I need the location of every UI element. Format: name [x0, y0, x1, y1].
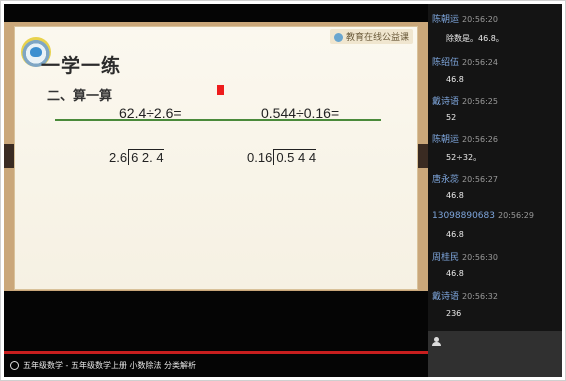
- chat-panel: 陈朝运 20:56:20 除数是。46.8。 陈绍伍 20:56:24 46.8 戴…: [428, 4, 562, 331]
- chat-text: 46.8: [446, 75, 464, 84]
- chat-text: 46.8: [446, 230, 464, 239]
- chat-user: 陈朝运: [432, 15, 460, 25]
- long-division-1: 2.6 6 2. 4: [109, 149, 164, 165]
- dividend: 0.5 4 4: [273, 149, 317, 165]
- brand-icon: [333, 33, 343, 42]
- long-division-2: 0.16 0.5 4 4: [247, 149, 317, 165]
- chat-time: 20:56:29: [498, 211, 534, 220]
- chat-user: 周桂民: [432, 253, 460, 263]
- chat-time: 20:56:32: [462, 292, 498, 301]
- slide-subheading: 二、算一算: [47, 89, 113, 104]
- chat-text: 52÷32。: [446, 153, 482, 162]
- chat-time: 20:56:27: [462, 175, 498, 184]
- play-icon[interactable]: [10, 361, 19, 370]
- chat-input-area[interactable]: [428, 331, 562, 377]
- course-title: 五年级数学 - 五年级数学上册 小数除法 分类解析: [23, 361, 197, 370]
- course-caption: 五年级数学 - 五年级数学上册 小数除法 分类解析: [4, 354, 428, 377]
- chat-user: 陈朝运: [432, 135, 460, 145]
- chat-text: 除数是。46.8。: [446, 34, 504, 43]
- chat-text: 236: [446, 309, 462, 318]
- chat-time: 20:56:25: [462, 97, 498, 106]
- chat-time: 20:56:26: [462, 135, 498, 144]
- divider-line: [55, 119, 381, 121]
- dividend: 6 2. 4: [128, 149, 164, 165]
- chat-user: 唐永蕊: [432, 175, 460, 185]
- divisor: 0.16: [247, 150, 273, 165]
- chat-user: 戴诗语: [432, 97, 460, 107]
- pointer-marker: [217, 85, 224, 95]
- chat-text: 46.8: [446, 269, 464, 278]
- chat-text: 52: [446, 113, 457, 122]
- chat-user: 戴诗语: [432, 292, 460, 302]
- chat-user: 陈绍伍: [432, 58, 460, 68]
- chat-text: 46.8: [446, 191, 464, 200]
- chat-time: 20:56:20: [462, 15, 498, 24]
- chat-time: 20:56:30: [462, 253, 498, 262]
- slide-heading: 一学一练: [41, 55, 122, 77]
- brand-badge: 教育在线公益课: [329, 29, 413, 44]
- divisor: 2.6: [109, 150, 128, 165]
- slide-area: 一学一练 二、算一算 教育在线公益课 62.4÷2.6= 0.544÷0.16=…: [4, 22, 428, 291]
- app-window: 一学一练 二、算一算 教育在线公益课 62.4÷2.6= 0.544÷0.16=…: [0, 0, 566, 381]
- user-icon: [432, 337, 441, 346]
- brand-text: 教育在线公益课: [345, 33, 409, 43]
- slide-board: 一学一练 二、算一算 教育在线公益课 62.4÷2.6= 0.544÷0.16=…: [14, 26, 418, 290]
- chat-time: 20:56:24: [462, 58, 498, 67]
- chat-user: 13098890683: [432, 211, 495, 221]
